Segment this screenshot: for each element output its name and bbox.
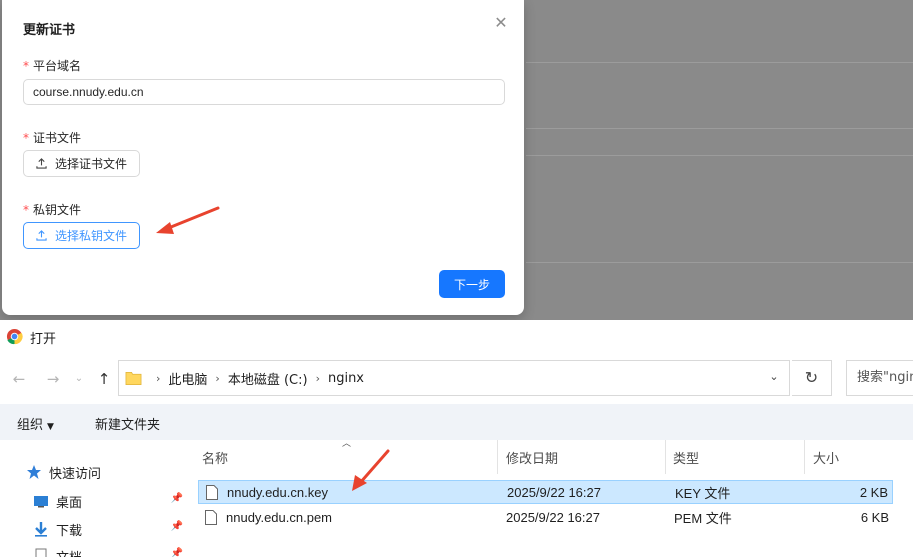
column-type[interactable]: 类型 xyxy=(673,448,699,467)
new-folder-button[interactable]: 新建文件夹 xyxy=(95,414,160,433)
domain-label: * 平台域名 xyxy=(23,59,82,73)
file-type: PEM 文件 xyxy=(674,510,732,526)
document-icon xyxy=(35,548,47,557)
private-key-label: * 私钥文件 xyxy=(23,203,82,217)
background-divider xyxy=(526,62,913,63)
file-list: ︿ 名称 修改日期 类型 大小 nnudy.edu.cn.key 2025/9/… xyxy=(192,439,913,557)
search-input[interactable]: 搜索"nginx" xyxy=(846,360,913,396)
file-date: 2025/9/22 16:27 xyxy=(507,484,601,500)
modal-title: 更新证书 xyxy=(23,23,76,38)
breadcrumb-nginx[interactable]: nginx xyxy=(328,371,364,386)
next-step-button[interactable]: 下一步 xyxy=(439,270,505,298)
dialog-titlebar: 打开 xyxy=(0,320,913,352)
upload-icon xyxy=(36,230,47,241)
column-divider[interactable] xyxy=(804,440,805,474)
refresh-icon[interactable]: ↻ xyxy=(792,360,832,396)
required-mark: * xyxy=(23,59,29,73)
close-icon[interactable]: ✕ xyxy=(492,14,510,32)
column-header-row: ︿ 名称 修改日期 类型 大小 xyxy=(192,439,913,476)
required-mark: * xyxy=(23,203,29,217)
background-divider xyxy=(526,155,913,156)
column-size[interactable]: 大小 xyxy=(813,448,839,467)
sidebar-item-quick-access[interactable]: 快速访问 xyxy=(26,462,180,482)
upload-icon xyxy=(36,158,47,169)
chevron-down-icon[interactable]: ⌄ xyxy=(767,370,781,384)
breadcrumb-this-pc[interactable]: 此电脑 xyxy=(168,369,207,388)
sidebar-item-desktop[interactable]: 桌面 📌 xyxy=(33,491,187,511)
forward-arrow-icon[interactable]: → xyxy=(42,368,64,390)
dialog-toolbar: 组织 ▼ 新建文件夹 xyxy=(0,404,913,440)
file-row-pem[interactable]: nnudy.edu.cn.pem 2025/9/22 16:27 PEM 文件 … xyxy=(198,505,893,529)
file-name: nnudy.edu.cn.key xyxy=(227,484,328,500)
pin-icon[interactable]: 📌 xyxy=(171,521,183,532)
cert-file-label: * 证书文件 xyxy=(23,131,82,145)
file-icon xyxy=(205,509,217,525)
pin-icon[interactable]: 📌 xyxy=(171,493,183,504)
column-name[interactable]: 名称 xyxy=(202,448,228,467)
chevron-right-icon: › xyxy=(156,371,161,385)
column-divider[interactable] xyxy=(497,440,498,474)
star-icon xyxy=(27,465,41,479)
up-arrow-icon[interactable]: ↑ xyxy=(93,368,115,390)
sidebar-item-documents[interactable]: 文档 📌 xyxy=(33,546,187,557)
back-arrow-icon[interactable]: ← xyxy=(8,368,30,390)
chrome-icon xyxy=(6,328,23,345)
dialog-title: 打开 xyxy=(30,332,57,347)
select-cert-file-label: 选择证书文件 xyxy=(55,157,128,171)
background-divider xyxy=(526,262,913,263)
organize-menu[interactable]: 组织 ▼ xyxy=(17,414,54,433)
address-bar[interactable]: › 此电脑 › 本地磁盘 (C:) › nginx ⌄ xyxy=(118,360,790,396)
background-divider xyxy=(526,128,913,129)
download-icon xyxy=(35,522,47,537)
file-size: 2 KB xyxy=(859,484,888,500)
breadcrumb-local-disk[interactable]: 本地磁盘 (C:) xyxy=(228,369,308,388)
folder-icon xyxy=(125,371,142,385)
caret-down-icon: ▼ xyxy=(47,422,54,432)
recent-locations-chevron-icon[interactable]: ⌄ xyxy=(68,368,90,390)
required-mark: * xyxy=(23,131,29,145)
select-key-file-label: 选择私钥文件 xyxy=(55,229,128,243)
chevron-right-icon: › xyxy=(315,371,320,385)
update-certificate-modal: 更新证书 ✕ *平台域名 *证书文件 选择证书文件 *私钥文件 选择私钥文件 下… xyxy=(2,0,524,315)
file-type: KEY 文件 xyxy=(675,485,731,501)
select-cert-file-button[interactable]: 选择证书文件 xyxy=(23,150,141,177)
sidebar-item-downloads[interactable]: 下载 📌 xyxy=(33,519,187,539)
file-size: 6 KB xyxy=(860,509,889,525)
pin-icon[interactable]: 📌 xyxy=(171,548,183,557)
select-key-file-button[interactable]: 选择私钥文件 xyxy=(23,222,141,249)
file-icon xyxy=(206,484,218,500)
file-name: nnudy.edu.cn.pem xyxy=(226,509,332,525)
sort-caret-icon: ︿ xyxy=(342,439,352,449)
domain-input[interactable] xyxy=(23,79,505,105)
navigation-pane: 快速访问 桌面 📌 下载 📌 文档 📌 xyxy=(0,452,190,557)
column-divider[interactable] xyxy=(665,440,666,474)
chevron-right-icon: › xyxy=(215,371,220,385)
file-row-key[interactable]: nnudy.edu.cn.key 2025/9/22 16:27 KEY 文件 … xyxy=(198,480,893,504)
desktop-icon xyxy=(34,496,48,508)
file-date: 2025/9/22 16:27 xyxy=(506,509,600,525)
column-date[interactable]: 修改日期 xyxy=(506,448,558,467)
file-open-dialog: 打开 ← → ⌄ ↑ › 此电脑 › 本地磁盘 (C:) › nginx ⌄ ↻… xyxy=(0,320,913,557)
